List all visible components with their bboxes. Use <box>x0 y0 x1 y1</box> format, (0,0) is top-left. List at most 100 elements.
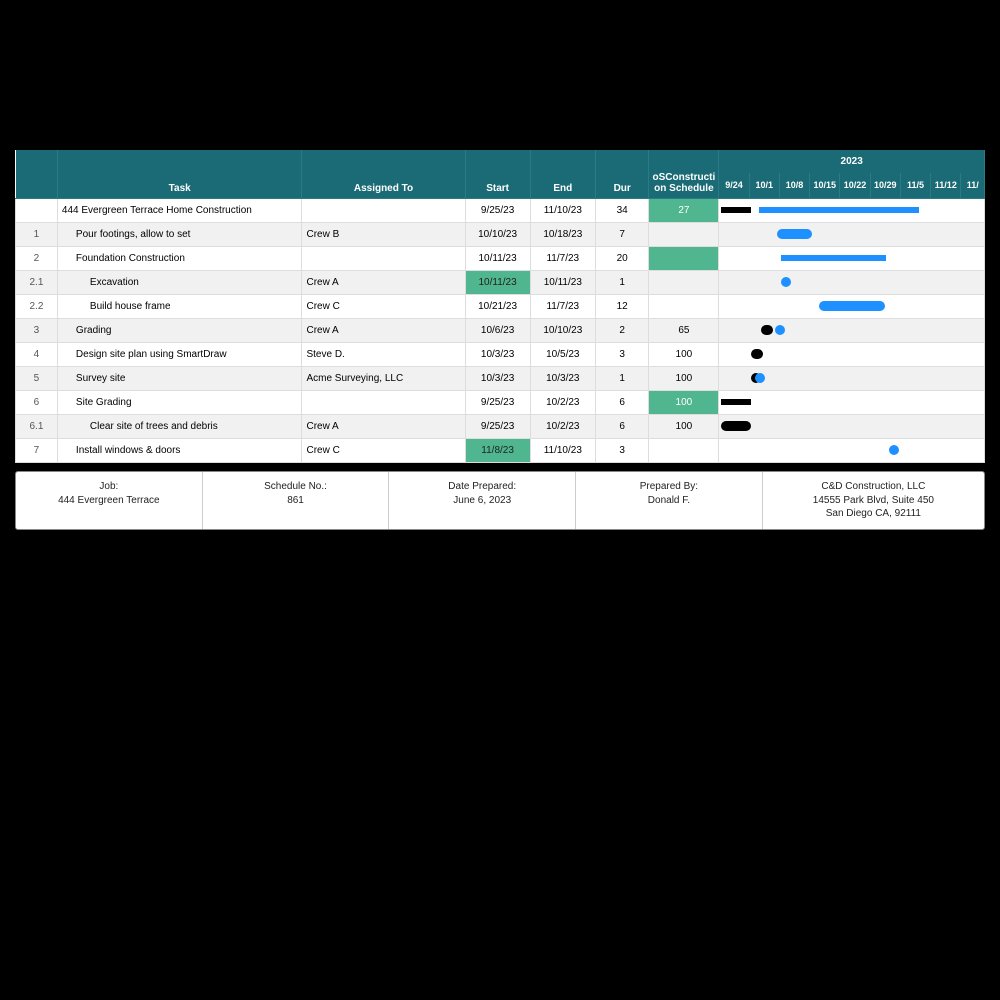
duration: 12 <box>595 294 649 318</box>
timeline-week: 11/ <box>961 173 985 198</box>
timeline-cell <box>719 222 985 246</box>
timeline-week: 11/12 <box>931 173 961 198</box>
schedule-percent: 100 <box>649 414 719 438</box>
timeline-cell <box>719 390 985 414</box>
timeline-cell <box>719 294 985 318</box>
assigned-to: Acme Surveying, LLC <box>302 366 465 390</box>
table-row[interactable]: 7Install windows & doorsCrew C11/8/2311/… <box>16 438 985 462</box>
duration: 3 <box>595 438 649 462</box>
gantt-bar <box>761 325 773 335</box>
end-date: 11/7/23 <box>530 246 595 270</box>
footer-date-prepared: Date Prepared: June 6, 2023 <box>389 472 576 529</box>
assigned-to: Crew B <box>302 222 465 246</box>
gantt-bar <box>889 445 899 455</box>
col-assigned: Assigned To <box>302 150 465 198</box>
row-id <box>16 198 58 222</box>
col-schedule: oSConstruction Schedule <box>649 150 719 198</box>
start-date: 11/8/23 <box>465 438 530 462</box>
task-name: Build house frame <box>57 294 302 318</box>
gantt-bar <box>781 277 791 287</box>
gantt-bar <box>721 399 751 405</box>
timeline-cell <box>719 342 985 366</box>
schedule-percent: 65 <box>649 318 719 342</box>
row-id: 7 <box>16 438 58 462</box>
gantt-bar <box>819 301 885 311</box>
duration: 6 <box>595 390 649 414</box>
start-date: 10/6/23 <box>465 318 530 342</box>
assigned-to <box>302 246 465 270</box>
timeline-week: 10/8 <box>779 173 809 198</box>
table-row[interactable]: 4Design site plan using SmartDrawSteve D… <box>16 342 985 366</box>
table-row[interactable]: 2.2Build house frameCrew C10/21/2311/7/2… <box>16 294 985 318</box>
timeline-cell <box>719 414 985 438</box>
col-task: Task <box>57 150 302 198</box>
timeline-year: 2023 <box>719 150 985 173</box>
task-name: Design site plan using SmartDraw <box>57 342 302 366</box>
end-date: 10/2/23 <box>530 414 595 438</box>
row-id: 2 <box>16 246 58 270</box>
table-row[interactable]: 6.1Clear site of trees and debrisCrew A9… <box>16 414 985 438</box>
footer-job: Job: 444 Evergreen Terrace <box>16 472 203 529</box>
footer-company: C&D Construction, LLC 14555 Park Blvd, S… <box>763 472 984 529</box>
duration: 1 <box>595 270 649 294</box>
duration: 20 <box>595 246 649 270</box>
end-date: 10/5/23 <box>530 342 595 366</box>
table-row[interactable]: 2.1ExcavationCrew A10/11/2310/11/231 <box>16 270 985 294</box>
schedule-percent <box>649 222 719 246</box>
schedule-percent <box>649 294 719 318</box>
task-name: Survey site <box>57 366 302 390</box>
row-id: 4 <box>16 342 58 366</box>
schedule-percent: 100 <box>649 390 719 414</box>
duration: 6 <box>595 414 649 438</box>
task-name: Pour footings, allow to set <box>57 222 302 246</box>
table-row[interactable]: 1Pour footings, allow to setCrew B10/10/… <box>16 222 985 246</box>
schedule-percent: 100 <box>649 342 719 366</box>
table-row[interactable]: 3GradingCrew A10/6/2310/10/23265 <box>16 318 985 342</box>
schedule-percent <box>649 438 719 462</box>
schedule-percent: 27 <box>649 198 719 222</box>
gantt-sheet: Task Assigned To Start End Dur oSConstru… <box>15 150 985 463</box>
table-row[interactable]: 5Survey siteAcme Surveying, LLC10/3/23 10… <box>16 366 985 390</box>
table-row[interactable]: 444 Evergreen Terrace Home Construction 9… <box>16 198 985 222</box>
start-date: 10/3/23 <box>465 342 530 366</box>
assigned-to <box>302 390 465 414</box>
gantt-bar <box>759 207 919 213</box>
gantt-table: Task Assigned To Start End Dur oSConstru… <box>15 150 985 463</box>
row-id: 6.1 <box>16 414 58 438</box>
duration: 34 <box>595 198 649 222</box>
row-id: 5 <box>16 366 58 390</box>
timeline-week: 11/5 <box>900 173 930 198</box>
timeline-week: 10/15 <box>810 173 840 198</box>
gantt-bar <box>751 349 763 359</box>
assigned-to: Crew C <box>302 294 465 318</box>
start-date: 10/3/23 <box>465 366 530 390</box>
row-id: 2.1 <box>16 270 58 294</box>
gantt-bar <box>777 229 812 239</box>
end-date: 11/7/23 <box>530 294 595 318</box>
schedule-percent <box>649 270 719 294</box>
timeline-cell <box>719 366 985 390</box>
end-date: 10/18/23 <box>530 222 595 246</box>
col-end: End <box>530 150 595 198</box>
task-name: 444 Evergreen Terrace Home Construction <box>57 198 302 222</box>
schedule-percent: 100 <box>649 366 719 390</box>
gantt-bar <box>721 421 751 431</box>
timeline-week: 9/24 <box>719 173 749 198</box>
start-date: 9/25/23 <box>465 198 530 222</box>
task-name: Excavation <box>57 270 302 294</box>
timeline-cell <box>719 438 985 462</box>
duration: 2 <box>595 318 649 342</box>
start-date: 9/25/23 <box>465 414 530 438</box>
timeline-week: 10/22 <box>840 173 870 198</box>
assigned-to: Crew A <box>302 270 465 294</box>
assigned-to: Crew A <box>302 318 465 342</box>
schedule-percent <box>649 246 719 270</box>
row-id: 1 <box>16 222 58 246</box>
end-date: 11/10/23 <box>530 198 595 222</box>
table-row[interactable]: 2Foundation Construction10/11/2311/7/232… <box>16 246 985 270</box>
table-row[interactable]: 6Site Grading9/25/2310/2/236100 <box>16 390 985 414</box>
task-name: Grading <box>57 318 302 342</box>
task-name: Foundation Construction <box>57 246 302 270</box>
end-date: 10/11/23 <box>530 270 595 294</box>
timeline-cell <box>719 198 985 222</box>
